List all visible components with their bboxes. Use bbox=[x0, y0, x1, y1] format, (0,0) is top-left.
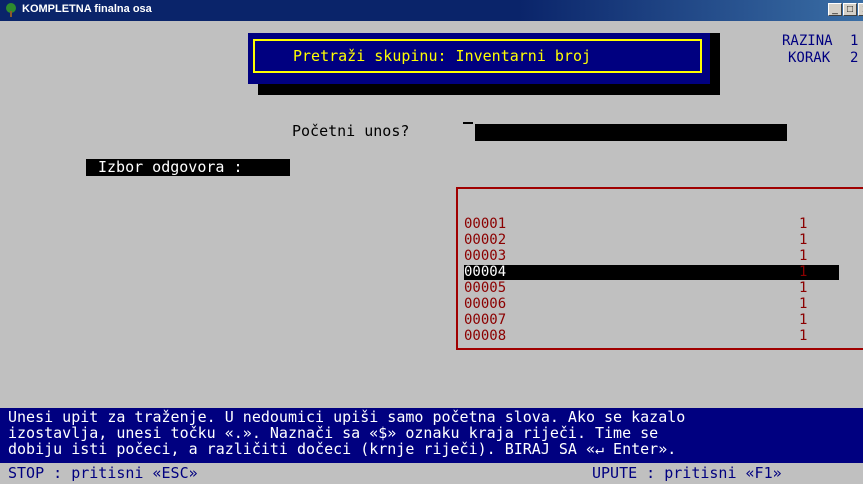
level-value: 1 bbox=[850, 33, 859, 49]
item-code: 00008 bbox=[464, 328, 507, 344]
close-button[interactable]: x bbox=[858, 3, 863, 16]
list-item[interactable]: 00005 1 bbox=[462, 281, 863, 296]
prompt-label: Početni unos? bbox=[292, 122, 410, 140]
stop-hint[interactable]: STOP : pritisni «ESC» bbox=[8, 464, 198, 482]
app-window: KOMPLETNA finalna osa _ □ x Pretraži sku… bbox=[0, 0, 863, 484]
list-item[interactable]: 00006 1 bbox=[462, 297, 863, 312]
item-code: 00002 bbox=[464, 232, 507, 248]
level-label: RAZINA bbox=[782, 33, 833, 49]
item-count: 1 bbox=[799, 232, 808, 248]
title-bar[interactable]: KOMPLETNA finalna osa _ □ x bbox=[0, 0, 863, 21]
item-code: 00005 bbox=[464, 280, 507, 296]
results-list[interactable]: 00001 1 00002 1 00003 1 00004 1 00005 1 00006 1 0000… bbox=[456, 187, 863, 350]
console-area: Pretraži skupinu: Inventarni broj RAZINA… bbox=[0, 21, 863, 484]
status-bar: STOP : pritisni «ESC» UPUTE : pritisni «… bbox=[0, 463, 863, 484]
text-cursor bbox=[463, 122, 473, 124]
item-code: 00007 bbox=[464, 312, 507, 328]
search-input[interactable] bbox=[475, 124, 787, 141]
item-count: 1 bbox=[799, 216, 808, 232]
item-code: 00004 bbox=[464, 265, 839, 280]
item-code: 00006 bbox=[464, 296, 507, 312]
help-line: Unesi upit za traženje. U nedoumici upiš… bbox=[8, 408, 686, 426]
list-item[interactable]: 00007 1 bbox=[462, 313, 863, 328]
list-item[interactable]: 00003 1 bbox=[462, 249, 863, 264]
help-line: izostavlja, unesi točku «.». Naznači sa … bbox=[8, 424, 659, 442]
help-hint[interactable]: UPUTE : pritisni «F1» bbox=[592, 464, 782, 482]
item-count: 1 bbox=[799, 312, 808, 328]
search-dialog-header: Pretraži skupinu: Inventarni broj bbox=[248, 33, 710, 84]
list-item[interactable]: 00008 1 bbox=[462, 329, 863, 344]
list-item[interactable]: 00002 1 bbox=[462, 233, 863, 248]
item-code: 00001 bbox=[464, 216, 507, 232]
maximize-button[interactable]: □ bbox=[843, 3, 857, 16]
window-title: KOMPLETNA finalna osa bbox=[22, 3, 152, 15]
item-code: 00003 bbox=[464, 248, 507, 264]
list-item[interactable]: 00001 1 bbox=[462, 217, 863, 232]
minimize-button[interactable]: _ bbox=[828, 3, 842, 16]
item-count: 1 bbox=[799, 280, 808, 296]
item-count: 1 bbox=[799, 248, 808, 264]
dialog-title: Pretraži skupinu: Inventarni broj bbox=[293, 47, 592, 65]
item-count: 1 bbox=[799, 296, 808, 312]
step-value: 2 bbox=[850, 50, 859, 66]
choice-label: Izbor odgovora : bbox=[86, 159, 290, 176]
item-count: 1 bbox=[799, 328, 808, 344]
step-label: KORAK bbox=[788, 50, 831, 66]
tree-icon bbox=[6, 3, 16, 17]
item-count: 1 bbox=[799, 264, 808, 280]
list-item-selected[interactable]: 00004 1 bbox=[462, 265, 863, 280]
help-line: dobiju isti počeci, a različiti dočeci (… bbox=[8, 440, 677, 458]
dialog-frame: Pretraži skupinu: Inventarni broj bbox=[253, 39, 702, 73]
